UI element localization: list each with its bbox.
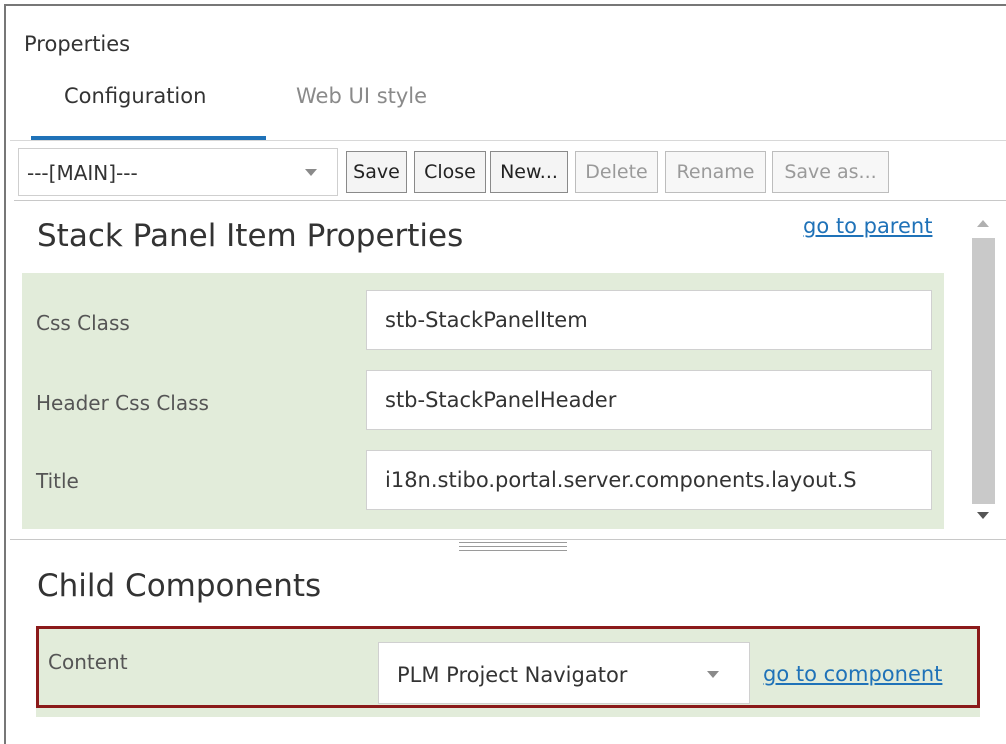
go-to-parent-link[interactable]: go to parent	[803, 214, 932, 238]
title-label: Title	[36, 469, 79, 493]
delete-button[interactable]: Delete	[575, 151, 658, 193]
tab-configuration[interactable]: Configuration	[64, 84, 206, 108]
configuration-select[interactable]: ---[MAIN]---	[18, 148, 338, 196]
scroll-down-arrow-icon[interactable]	[977, 512, 989, 519]
content-select-value: PLM Project Navigator	[397, 663, 628, 687]
child-components-heading: Child Components	[37, 568, 322, 604]
go-to-component-link[interactable]: go to component	[763, 662, 942, 686]
content-select[interactable]: PLM Project Navigator	[378, 642, 750, 704]
splitter-grip-icon[interactable]	[459, 546, 567, 547]
css-class-input[interactable]: stb-StackPanelItem	[366, 290, 932, 350]
pane-splitter[interactable]	[10, 539, 1006, 540]
panel-title: Properties	[24, 32, 131, 56]
scroll-up-arrow-icon[interactable]	[977, 220, 989, 227]
configuration-select-value: ---[MAIN]---	[27, 161, 138, 185]
save-button[interactable]: Save	[346, 151, 407, 193]
properties-heading: Stack Panel Item Properties	[37, 218, 464, 254]
splitter-grip-icon[interactable]	[459, 550, 567, 551]
splitter-grip-icon[interactable]	[459, 542, 567, 543]
header-css-class-input[interactable]: stb-StackPanelHeader	[366, 370, 932, 430]
header-css-class-label: Header Css Class	[36, 391, 209, 415]
new-button[interactable]: New...	[490, 151, 568, 193]
chevron-down-icon	[707, 671, 719, 678]
scrollbar-thumb[interactable]	[972, 238, 995, 504]
tab-web-ui-style[interactable]: Web UI style	[296, 84, 427, 108]
rename-button[interactable]: Rename	[665, 151, 766, 193]
content-label: Content	[48, 650, 128, 674]
css-class-label: Css Class	[36, 311, 130, 335]
title-input[interactable]: i18n.stibo.portal.server.components.layo…	[366, 450, 932, 510]
chevron-down-icon	[305, 169, 317, 176]
close-button[interactable]: Close	[414, 151, 486, 193]
save-as-button[interactable]: Save as...	[772, 151, 889, 193]
